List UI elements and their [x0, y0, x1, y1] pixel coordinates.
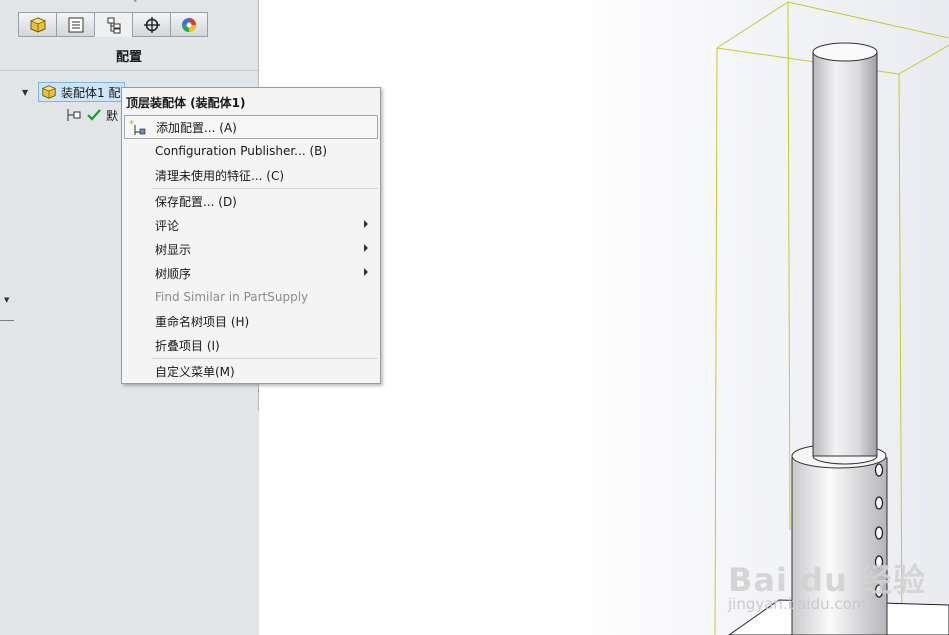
- menu-item-purge-unused[interactable]: 清理未使用的特征... (C): [124, 163, 378, 187]
- submenu-arrow-icon: [364, 268, 368, 276]
- config-branch-icon: [67, 109, 81, 121]
- tab-property-manager[interactable]: [56, 12, 94, 37]
- assembly-cube-icon: [41, 85, 57, 99]
- default-config-node[interactable]: 默: [66, 106, 118, 124]
- color-wheel-icon: [182, 17, 196, 32]
- add-config-icon: *: [129, 119, 146, 135]
- menu-item-customize-menu[interactable]: 自定义菜单(M): [124, 359, 378, 383]
- menu-item-label: 清理未使用的特征... (C): [155, 168, 285, 183]
- menu-item-label: Find Similar in PartSupply: [155, 290, 309, 304]
- collapse-toggle-icon[interactable]: ▼: [22, 88, 32, 97]
- menu-item-label: 树显示: [155, 242, 192, 257]
- menu-item-configuration-publisher[interactable]: Configuration Publisher... (B): [124, 139, 378, 163]
- check-icon: [87, 109, 101, 121]
- shaft-body: [812, 51, 878, 457]
- submenu-arrow-icon: [364, 244, 368, 252]
- title-divider: [0, 70, 258, 71]
- tab-configuration-manager[interactable]: [94, 12, 132, 37]
- property-list-icon: [68, 17, 83, 32]
- watermark-sub: jingyan.baidu.com: [728, 595, 867, 613]
- baidu-watermark: Bai du 经验 jingyan.baidu.com: [728, 555, 949, 635]
- tree-root-row: ▼ 装配体1 配: [22, 82, 126, 102]
- menu-item-find-similar: Find Similar in PartSupply: [124, 285, 378, 309]
- menu-item-tree-display[interactable]: 树显示: [124, 237, 378, 261]
- tab-display-manager[interactable]: [170, 12, 208, 37]
- panel-grip[interactable]: •: [133, 0, 139, 6]
- shaft-top: [812, 42, 878, 62]
- panel-divider: [0, 320, 14, 321]
- assembly-cube-icon: [29, 16, 46, 33]
- menu-item-label: Configuration Publisher... (B): [155, 144, 328, 158]
- context-menu-header: 顶层装配体 (装配体1): [126, 96, 246, 110]
- manager-tab-bar: [18, 12, 208, 38]
- assembly-root-label: 装配体1 配: [61, 85, 121, 100]
- menu-item-label: 树顺序: [155, 266, 192, 281]
- svg-text:*: *: [129, 119, 134, 130]
- assembly-root-node[interactable]: 装配体1 配: [38, 82, 126, 102]
- menu-item-label: 保存配置... (D): [155, 194, 237, 209]
- menu-item-label: 添加配置... (A): [156, 120, 237, 135]
- menu-item-label: 重命名树项目 (H): [155, 314, 250, 329]
- menu-item-add-configuration[interactable]: * 添加配置... (A): [124, 115, 378, 139]
- menu-item-rename-tree-item[interactable]: 重命名树项目 (H): [124, 309, 378, 333]
- panel-title: 配置: [115, 50, 142, 65]
- menu-item-label: 评论: [155, 218, 180, 233]
- menu-item-label: 自定义菜单(M): [155, 364, 235, 379]
- menu-item-label: 折叠项目 (I): [155, 338, 220, 353]
- default-config-label: 默: [106, 108, 119, 123]
- tab-feature-tree[interactable]: [18, 12, 56, 37]
- menu-item-save-configuration[interactable]: 保存配置... (D): [124, 189, 378, 213]
- menu-item-comment[interactable]: 评论: [124, 213, 378, 237]
- caret-down-icon[interactable]: ▼: [4, 296, 9, 304]
- menu-item-tree-order[interactable]: 树顺序: [124, 261, 378, 285]
- submenu-arrow-icon: [364, 220, 368, 228]
- crosshair-icon: [143, 16, 160, 33]
- menu-item-collapse-items[interactable]: 折叠项目 (I): [124, 333, 378, 357]
- tab-dimxpert-manager[interactable]: [132, 12, 170, 37]
- context-menu: 顶层装配体 (装配体1) * 添加配置... (A) Configuration…: [121, 87, 381, 384]
- configuration-icon: [107, 17, 120, 33]
